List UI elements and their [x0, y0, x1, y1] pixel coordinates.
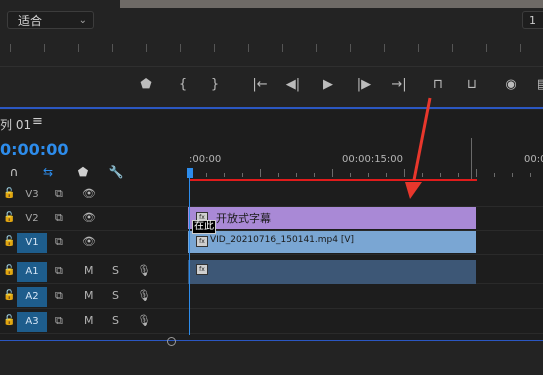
timeline-timecode[interactable]: 0:00:00 — [0, 140, 68, 159]
lock-icon[interactable]: 🔓 — [3, 315, 15, 326]
microphone-icon[interactable]: 🎙 — [137, 314, 151, 327]
sync-lock-icon[interactable]: ⧉ — [55, 289, 63, 303]
sync-lock-icon[interactable]: ⧉ — [55, 187, 63, 201]
microphone-icon[interactable]: 🎙 — [137, 289, 151, 302]
track-target-a1[interactable]: A1 — [17, 262, 47, 282]
video-clip-label: VID_20210716_150141.mp4 [V] — [210, 235, 355, 245]
track-row-v3: 🔓 V3 ⧉ 👁 — [0, 183, 543, 207]
solo-button[interactable]: S — [112, 289, 119, 302]
play-button[interactable]: ▶ — [317, 76, 339, 94]
track-row-a2: 🔓 A2 ⧉ M S 🎙 — [0, 285, 543, 309]
linked-selection-icon[interactable]: ⇆ — [40, 165, 56, 179]
eye-icon[interactable]: 👁 — [82, 211, 96, 224]
timeline-scroll-area — [0, 341, 543, 375]
snap-icon[interactable]: ∩ — [6, 165, 22, 179]
fit-select[interactable]: 适合 ⌄ — [7, 11, 94, 29]
panel-divider — [0, 107, 543, 109]
solo-button[interactable]: S — [112, 314, 119, 327]
step-back-button[interactable]: ◀| — [282, 76, 304, 94]
eye-icon[interactable]: 👁 — [82, 235, 96, 248]
caption-clip-label: 开放式字幕 — [216, 212, 271, 225]
mute-button[interactable]: M — [84, 289, 94, 302]
lift-button[interactable]: ⊓ — [427, 76, 449, 94]
track-target-a2[interactable]: A2 — [17, 287, 47, 307]
chevron-down-icon: ⌄ — [78, 15, 87, 26]
wrench-icon[interactable]: 🔧 — [108, 165, 124, 179]
lock-icon[interactable]: 🔓 — [3, 290, 15, 301]
lock-icon[interactable]: 🔓 — [3, 265, 15, 276]
timeline-ruler[interactable] — [188, 167, 543, 177]
add-marker-button[interactable]: ⬟ — [135, 76, 157, 94]
mute-button[interactable]: M — [84, 314, 94, 327]
mark-out-button[interactable]: } — [204, 76, 226, 94]
playhead-handle[interactable] — [187, 168, 193, 178]
sync-lock-icon[interactable]: ⧉ — [55, 235, 63, 249]
work-area-end-line — [471, 138, 472, 180]
fit-select-label: 适合 — [18, 14, 43, 28]
video-frame-preview — [120, 0, 543, 8]
zoom-scroll-handle[interactable] — [167, 337, 176, 346]
extract-button[interactable]: ⊔ — [461, 76, 483, 94]
track-target-v1[interactable]: V1 — [17, 233, 47, 253]
monitor-time-ruler[interactable] — [0, 44, 543, 54]
fx-badge: fx — [196, 236, 208, 247]
sync-lock-icon[interactable]: ⧉ — [55, 264, 63, 278]
lock-icon[interactable]: 🔓 — [3, 236, 15, 247]
lock-icon[interactable]: 🔓 — [3, 212, 15, 223]
sequence-tab-label[interactable]: 列 01 — [0, 116, 31, 133]
microphone-icon[interactable]: 🎙 — [137, 264, 151, 277]
playhead-line[interactable] — [189, 178, 190, 335]
overflow-button[interactable]: ▤ — [532, 76, 543, 94]
render-bar — [190, 179, 477, 181]
monitor-scrub-bar[interactable] — [0, 66, 543, 67]
add-marker-icon[interactable]: ⬟ — [75, 165, 91, 179]
resolution-select[interactable]: 1 — [522, 11, 543, 29]
sync-lock-icon[interactable]: ⧉ — [55, 314, 63, 328]
video-clip[interactable]: fx VID_20210716_150141.mp4 [V] — [188, 231, 476, 253]
ruler-label: 00:00:15:00 — [342, 154, 404, 165]
go-to-in-button[interactable]: |← — [249, 76, 271, 94]
track-row-a3: 🔓 A3 ⧉ M S 🎙 — [0, 310, 543, 334]
step-forward-button[interactable]: |▶ — [353, 76, 375, 94]
go-to-out-button[interactable]: →| — [388, 76, 410, 94]
lock-icon[interactable]: 🔓 — [3, 188, 15, 199]
mark-in-button[interactable]: { — [172, 76, 194, 94]
panel-menu-icon[interactable]: ≡ — [32, 114, 43, 129]
fx-badge: fx — [196, 264, 208, 275]
eye-icon[interactable]: 👁 — [82, 187, 96, 200]
text-tag: 在此 — [192, 220, 216, 234]
track-target-v3[interactable]: V3 — [17, 185, 47, 205]
track-target-v2[interactable]: V2 — [17, 209, 47, 229]
caption-clip[interactable]: fx 开放式字幕 — [188, 207, 476, 229]
track-target-a3[interactable]: A3 — [17, 312, 47, 332]
solo-button[interactable]: S — [112, 264, 119, 277]
ruler-label: :00:00 — [189, 154, 222, 165]
mute-button[interactable]: M — [84, 264, 94, 277]
sync-lock-icon[interactable]: ⧉ — [55, 211, 63, 225]
export-frame-button[interactable]: ◉ — [500, 76, 522, 94]
audio-clip[interactable]: fx — [188, 260, 476, 284]
ruler-label: 00:0 — [524, 154, 543, 165]
